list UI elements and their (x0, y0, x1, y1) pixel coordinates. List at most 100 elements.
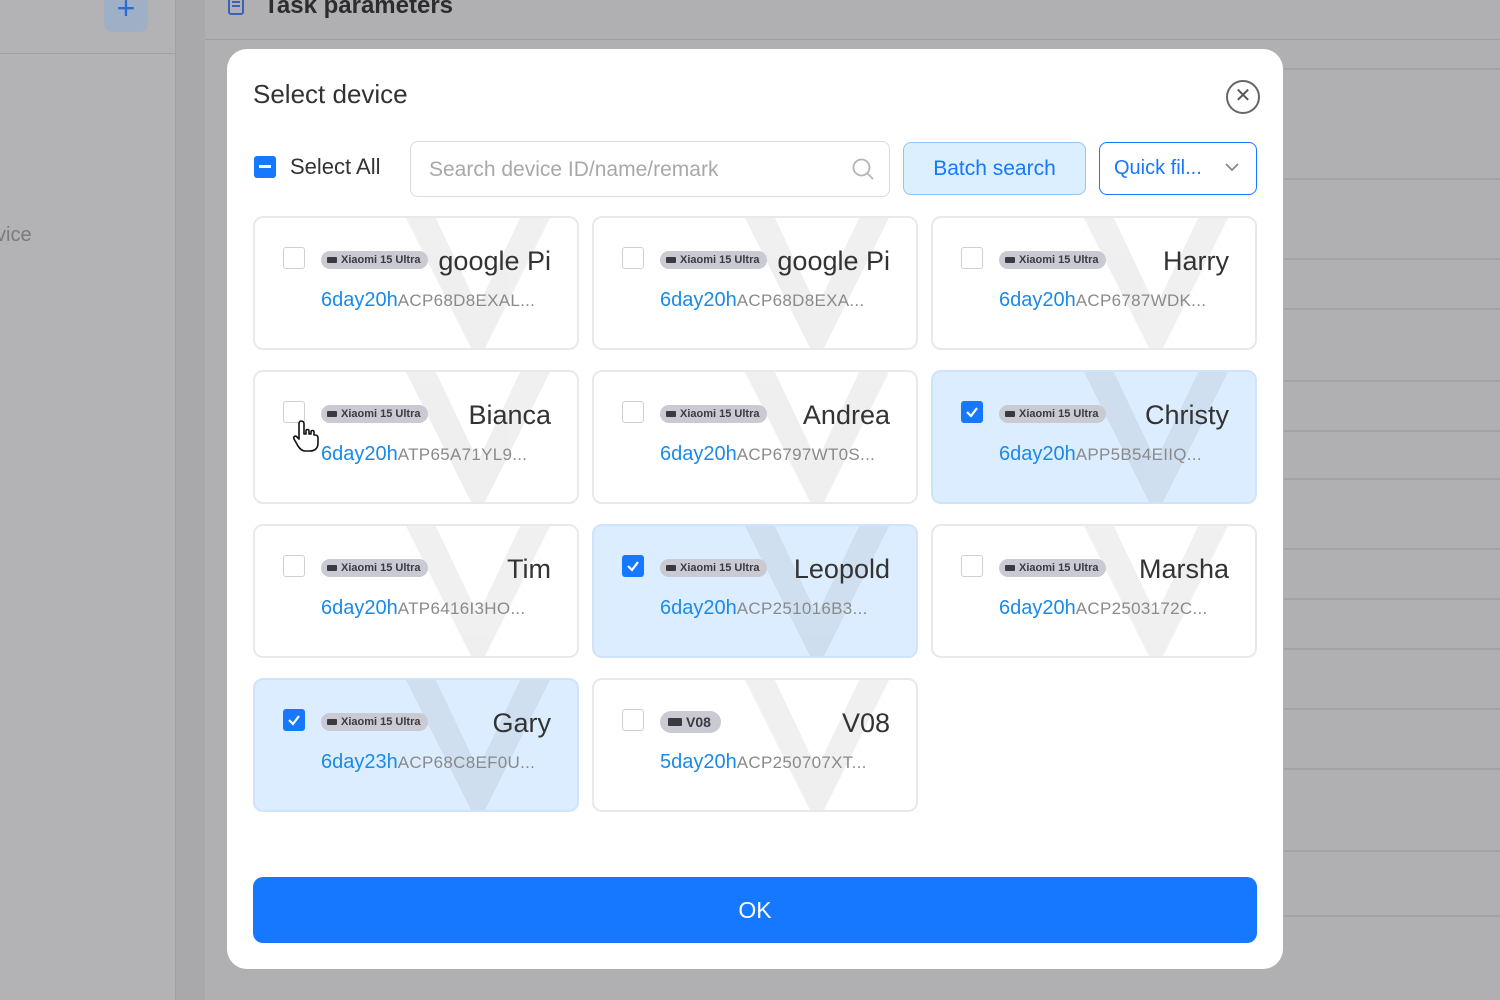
device-card[interactable]: Xiaomi 15 Ultra Marsha 6day20hACP2503172C.… (931, 524, 1257, 658)
device-checkbox[interactable] (622, 709, 644, 731)
device-checkbox[interactable] (283, 555, 305, 577)
search-input[interactable] (429, 156, 829, 184)
device-uptime: 6day20h (321, 597, 398, 619)
quick-filter-label: Quick fil... (1114, 157, 1202, 179)
background-divider (1284, 648, 1500, 650)
background-sidebar-header (0, 0, 176, 54)
background-divider (1284, 598, 1500, 600)
device-model-badge: Xiaomi 15 Ultra (999, 251, 1107, 269)
device-card[interactable]: Xiaomi 15 Ultra Christy 6day20hAPP5B54EIIQ… (931, 370, 1257, 504)
search-box (410, 141, 890, 197)
device-id: APP5B54EIIQ... (1075, 445, 1202, 464)
device-id: ACP68D8EXAL... (397, 291, 536, 310)
device-checkbox[interactable] (961, 247, 983, 269)
device-id: ACP250707XT... (736, 753, 867, 772)
device-meta: 6day20hACP6787WDK... (999, 289, 1206, 312)
device-model-label: Xiaomi 15 Ultra (341, 408, 421, 420)
device-name: Bianca (468, 400, 551, 430)
background-divider (1284, 258, 1500, 260)
device-name: Gary (492, 708, 551, 738)
device-model-badge: Xiaomi 15 Ultra (999, 405, 1107, 423)
device-id: ACP6797WT0S... (736, 445, 876, 464)
watermark-logo-icon (406, 218, 550, 348)
device-card[interactable]: Xiaomi 15 Ultra google Pi 6day20hACP68D8EX… (253, 216, 579, 350)
device-name: Andrea (802, 400, 890, 430)
checkmark-icon (627, 561, 639, 572)
device-model-label: Xiaomi 15 Ultra (680, 562, 760, 574)
select-all-label[interactable]: Select All (290, 154, 381, 180)
background-divider (1284, 768, 1500, 770)
watermark-logo-icon (745, 680, 889, 810)
checkmark-icon (966, 407, 978, 418)
device-meta: 6day23hACP68C8EF0U... (321, 751, 535, 774)
phone-icon (666, 257, 676, 263)
device-checkbox[interactable] (961, 401, 983, 423)
device-model-label: Xiaomi 15 Ultra (680, 254, 760, 266)
phone-icon (327, 565, 337, 571)
background-divider (1284, 380, 1500, 382)
close-icon[interactable]: ✕ (1226, 80, 1260, 114)
device-id: ACP251016B3... (736, 599, 868, 618)
plus-icon: + (104, 0, 148, 32)
hand-cursor-icon (292, 420, 319, 452)
device-meta: 6day20hATP65A71YL9... (321, 443, 527, 466)
watermark-logo-icon (745, 218, 889, 348)
device-uptime: 5day20h (660, 751, 737, 773)
background-page-title: Task parameters (264, 0, 453, 19)
watermark-logo-icon (745, 526, 889, 656)
device-model-label: Xiaomi 15 Ultra (341, 562, 421, 574)
select-all-checkbox[interactable] (254, 156, 276, 178)
device-checkbox[interactable] (622, 555, 644, 577)
background-sidebar-text: vice (0, 224, 32, 246)
device-checkbox[interactable] (622, 401, 644, 423)
device-card[interactable]: Xiaomi 15 Ultra Gary 6day23hACP68C8EF0U... (253, 678, 579, 812)
device-meta: 6day20hACP6797WT0S... (660, 443, 875, 466)
device-meta: 6day20hACP68D8EXA... (660, 289, 864, 312)
background-divider (1284, 708, 1500, 710)
device-model-badge: Xiaomi 15 Ultra (321, 713, 429, 731)
phone-icon (668, 718, 682, 726)
device-model-badge: Xiaomi 15 Ultra (321, 405, 429, 423)
device-checkbox[interactable] (283, 709, 305, 731)
device-uptime: 6day23h (321, 751, 398, 773)
device-meta: 6day20hACP68D8EXAL... (321, 289, 535, 312)
device-checkbox[interactable] (961, 555, 983, 577)
device-card[interactable]: Xiaomi 15 Ultra Tim 6day20hATP6416I3HO... (253, 524, 579, 658)
device-card[interactable]: Xiaomi 15 Ultra google Pi 6day20hACP68D8EX… (592, 216, 918, 350)
device-model-label: Xiaomi 15 Ultra (1019, 254, 1099, 266)
background-divider (1284, 915, 1500, 917)
phone-icon (1005, 257, 1015, 263)
device-model-badge: Xiaomi 15 Ultra (660, 405, 768, 423)
ok-button[interactable]: OK (253, 877, 1257, 943)
watermark-logo-icon (1084, 372, 1228, 502)
device-uptime: 6day20h (999, 597, 1076, 619)
device-checkbox[interactable] (283, 247, 305, 269)
device-model-label: Xiaomi 15 Ultra (1019, 408, 1099, 420)
device-uptime: 6day20h (660, 597, 737, 619)
watermark-logo-icon (406, 372, 550, 502)
device-id: ATP65A71YL9... (397, 445, 528, 464)
device-card[interactable]: Xiaomi 15 Ultra Leopold 6day20hACP251016B3… (592, 524, 918, 658)
phone-icon (1005, 565, 1015, 571)
device-name: google Pi (438, 246, 551, 276)
watermark-logo-icon (745, 372, 889, 502)
device-checkbox[interactable] (622, 247, 644, 269)
device-meta: 6day20hACP251016B3... (660, 597, 868, 620)
device-uptime: 6day20h (321, 289, 398, 311)
device-card[interactable]: Xiaomi 15 Ultra Harry 6day20hACP6787WDK... (931, 216, 1257, 350)
device-uptime: 6day20h (321, 443, 398, 465)
device-uptime: 6day20h (660, 289, 737, 311)
phone-icon (666, 565, 676, 571)
search-icon[interactable] (851, 157, 875, 181)
batch-search-button[interactable]: Batch search (903, 142, 1086, 195)
device-meta: 5day20hACP250707XT... (660, 751, 867, 774)
device-name: Tim (507, 554, 551, 584)
device-card[interactable]: Xiaomi 15 Ultra Andrea 6day20hACP6797WT0S.… (592, 370, 918, 504)
background-divider (1284, 178, 1500, 180)
device-name: Leopold (793, 554, 890, 584)
watermark-logo-icon (1084, 526, 1228, 656)
device-id: ACP68D8EXA... (736, 291, 865, 310)
device-card[interactable]: V08 V08 5day20hACP250707XT... (592, 678, 918, 812)
device-name: google Pi (777, 246, 890, 276)
quick-filter-dropdown[interactable]: Quick fil... (1099, 142, 1257, 195)
